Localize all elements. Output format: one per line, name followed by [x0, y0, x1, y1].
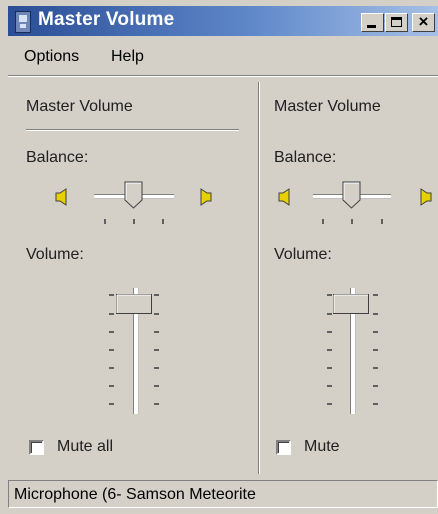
mute-all-checkbox[interactable]	[29, 440, 44, 455]
volume-tick	[327, 313, 332, 315]
balance-tick	[133, 219, 135, 224]
volume-tick	[373, 385, 378, 387]
status-device-name: Microphone (6- Samson Meteorite	[14, 486, 256, 503]
mute-checkbox[interactable]	[276, 440, 291, 455]
close-icon: ×	[418, 12, 429, 31]
menu-options[interactable]: Options	[24, 48, 79, 66]
volume-tick	[109, 367, 114, 369]
volume-tick	[109, 294, 114, 296]
close-button[interactable]: ×	[412, 12, 435, 32]
minimize-button[interactable]	[361, 13, 384, 32]
speaker-right-icon	[420, 188, 432, 206]
speaker-left-icon	[278, 188, 290, 206]
balance-slider-thumb[interactable]	[342, 181, 361, 209]
balance-tick	[351, 219, 353, 224]
maximize-icon	[391, 17, 402, 27]
balance-tick	[162, 219, 164, 224]
menu-divider	[8, 75, 438, 77]
volume-tick	[109, 403, 114, 405]
volume-tick	[154, 349, 159, 351]
volume-tick	[373, 349, 378, 351]
balance-tick	[322, 219, 324, 224]
channel-name: Master Volume	[26, 98, 133, 115]
minimize-icon	[367, 25, 376, 28]
channel-divider	[26, 129, 239, 131]
balance-label: Balance:	[26, 149, 89, 166]
volume-tick	[327, 331, 332, 333]
maximize-button[interactable]	[385, 13, 408, 32]
balance-label: Balance:	[274, 149, 337, 166]
mute-all-label: Mute all	[57, 438, 114, 455]
volume-tick	[109, 331, 114, 333]
volume-tick	[373, 313, 378, 315]
volume-tick	[154, 313, 159, 315]
volume-tick	[109, 349, 114, 351]
volume-tick	[154, 331, 159, 333]
volume-tick	[154, 385, 159, 387]
menu-bar: Options Help	[8, 40, 438, 70]
volume-tick	[154, 367, 159, 369]
volume-tick	[327, 403, 332, 405]
volume-tick	[373, 331, 378, 333]
volume-tick	[373, 367, 378, 369]
speaker-right-icon	[200, 188, 212, 206]
mixer-icon	[15, 11, 31, 33]
speaker-left-icon	[55, 188, 67, 206]
channel-name: Master Volume	[274, 98, 381, 115]
title-bar[interactable]: Master Volume ×	[8, 6, 438, 36]
balance-slider-thumb[interactable]	[124, 181, 143, 209]
volume-tick	[109, 313, 114, 315]
volume-tick	[327, 349, 332, 351]
volume-slider-thumb[interactable]	[333, 294, 369, 314]
volume-tick	[327, 367, 332, 369]
volume-tick	[154, 403, 159, 405]
volume-tick	[154, 294, 159, 296]
status-bar: Microphone (6- Samson Meteorite	[8, 480, 438, 508]
volume-label: Volume:	[274, 246, 332, 263]
volume-slider-thumb[interactable]	[116, 294, 152, 314]
volume-label: Volume:	[26, 246, 84, 263]
volume-tick	[373, 294, 378, 296]
volume-tick	[327, 294, 332, 296]
balance-tick	[381, 219, 383, 224]
channel-separator	[258, 82, 260, 474]
volume-tick	[109, 385, 114, 387]
mute-label: Mute	[304, 438, 340, 455]
window-title: Master Volume	[38, 9, 175, 30]
mixer-window: Master Volume × Options Help Master Volu…	[0, 0, 438, 514]
volume-tick	[373, 403, 378, 405]
balance-tick	[104, 219, 106, 224]
menu-help[interactable]: Help	[111, 48, 144, 66]
volume-tick	[327, 385, 332, 387]
